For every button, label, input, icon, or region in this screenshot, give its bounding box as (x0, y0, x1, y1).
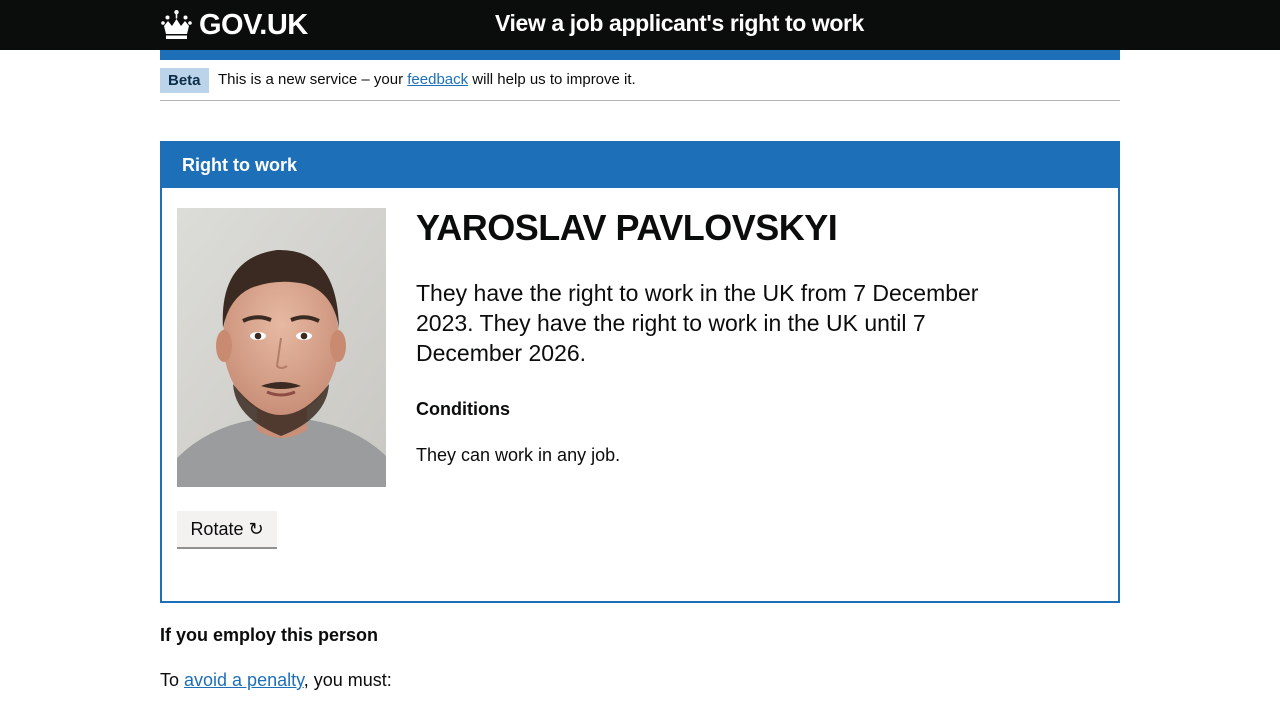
crown-icon (161, 10, 192, 39)
phase-text-after: will help us to improve it. (468, 71, 636, 88)
logo-text: GOV.UK (199, 8, 308, 41)
service-name-link[interactable]: View a job applicant's right to work (495, 10, 864, 37)
employ-heading: If you employ this person (160, 625, 379, 645)
phase-text-before: This is a new service – your (218, 71, 408, 88)
conditions-text: They can work in any job. (416, 445, 621, 465)
avoid-penalty-link[interactable]: avoid a penalty (184, 670, 304, 690)
applicant-photo-image (177, 208, 386, 487)
phase-banner: Beta This is a new service – your feedba… (160, 60, 1120, 101)
penalty-text-before: To (160, 670, 185, 690)
card-header: Right to work (162, 143, 1118, 188)
site-header: GOV.UK View a job applicant's right to w… (0, 0, 1280, 50)
penalty-text: To avoid a penalty, you must: (160, 670, 392, 691)
card-title: Right to work (182, 155, 297, 175)
header-blue-strip (160, 50, 1120, 60)
right-to-work-status: They have the right to work in the UK fr… (416, 280, 979, 366)
govuk-logo-link[interactable]: GOV.UK (160, 6, 308, 44)
rotate-button[interactable]: Rotate ↻ (177, 511, 277, 549)
applicant-name: YAROSLAV PAVLOVSKYI (416, 207, 838, 248)
right-to-work-card: Right to work Rotate ↻ YAROSLAV PAVLOVSK… (160, 141, 1120, 603)
applicant-photo (177, 208, 386, 487)
conditions-heading: Conditions (416, 399, 510, 419)
feedback-link[interactable]: feedback (407, 71, 468, 88)
penalty-text-after: , you must: (303, 670, 392, 690)
phase-banner-text: This is a new service – your feedback wi… (218, 71, 636, 88)
beta-tag: Beta (160, 68, 209, 93)
